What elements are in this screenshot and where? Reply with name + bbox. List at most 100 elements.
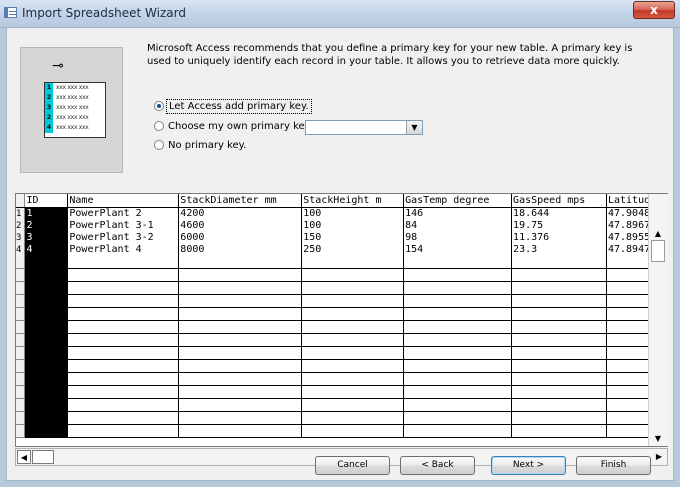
empty-cell [16,372,26,386]
empty-cell [511,333,607,347]
cell-id: 3 [24,232,69,244]
empty-cell [24,333,69,347]
cell-id: 2 [24,220,69,232]
option-let-access-add-primary-key[interactable]: Let Access add primary key. [154,99,312,114]
close-button[interactable]: x [633,1,675,19]
empty-row [16,294,667,308]
empty-cell [67,385,180,399]
radio-button[interactable] [154,140,164,150]
vertical-scrollbar[interactable]: ▲ ▼ [648,194,668,446]
empty-row [16,372,667,386]
empty-row [16,307,667,321]
row-header[interactable]: 1 [16,207,26,220]
empty-cell [178,294,303,308]
illustration-table: 1 xxx xxx xxx 2 xxx xxx xxx 3 xxx xxx xxx 2 xxx… [44,82,106,138]
column-header-gasspeed[interactable]: GasSpeed mps [511,194,607,208]
empty-cell [178,411,303,425]
cell-id: 1 [24,207,69,220]
empty-cell [24,359,69,373]
cell-stackdiameter: 4600 [178,220,303,232]
empty-cell [403,268,513,282]
illustration-row: 1 xxx xxx xxx [45,83,105,93]
empty-cell [24,346,69,360]
cell-gasspeed: 18.644 [511,207,607,220]
illustration-row-number: 2 [45,93,53,103]
empty-row [16,424,667,438]
empty-cell [67,320,180,334]
column-header-name[interactable]: Name [67,194,180,208]
empty-cell [301,268,405,282]
empty-cell [403,424,513,438]
back-button[interactable]: < Back [400,456,475,475]
table-row[interactable]: 1 1 PowerPlant 2 4200 100 146 18.644 47.9048 [16,207,667,220]
cancel-button[interactable]: Cancel [315,456,390,475]
next-button[interactable]: Next > [491,456,566,475]
column-header-gastemp[interactable]: GasTemp degree [403,194,513,208]
finish-button[interactable]: Finish [576,456,651,475]
illustration-row-number: 3 [45,103,53,113]
row-header[interactable]: 4 [16,244,26,256]
column-header-stackheight[interactable]: StackHeight m [301,194,405,208]
arrow-right-icon[interactable]: ▶ [652,450,666,464]
data-preview-grid[interactable]: ID Name StackDiameter mm StackHeight m G… [15,193,668,447]
option-no-primary-key[interactable]: No primary key. [154,139,246,153]
empty-cell [301,411,405,425]
cell-gastemp: 84 [403,220,513,232]
wizard-body: ⊸ 1 xxx xxx xxx 2 xxx xxx xxx 3 xxx xxx xxx 2 x… [6,27,674,481]
cell-name: PowerPlant 3-2 [67,232,180,244]
empty-cell [178,424,303,438]
empty-cell [301,398,405,412]
radio-button[interactable] [154,121,164,131]
option-choose-own-primary-key[interactable]: Choose my own primary key. [154,120,312,134]
empty-cell [511,372,607,386]
empty-row [16,333,667,347]
illustration-row: 4 xxx xxx xxx [45,123,105,133]
arrow-down-icon[interactable]: ▼ [650,431,666,447]
illustration-row: 2 xxx xxx xxx [45,113,105,123]
option-label: Let Access add primary key. [166,99,312,114]
illustration-row-number: 2 [45,113,53,123]
empty-row [16,256,667,269]
primary-key-dropdown[interactable]: ▼ [305,120,423,135]
radio-button[interactable] [154,101,164,111]
row-header[interactable]: 3 [16,232,26,244]
empty-cell [16,256,26,269]
empty-cell [403,333,513,347]
scrollbar-thumb[interactable] [651,240,665,262]
chevron-down-icon[interactable]: ▼ [406,121,422,134]
empty-cell [301,385,405,399]
arrow-left-icon[interactable]: ◀ [17,450,31,464]
cell-gasspeed: 19.75 [511,220,607,232]
cell-stackdiameter: 8000 [178,244,303,256]
empty-row [16,359,667,373]
empty-cell [301,281,405,295]
empty-cell [16,281,26,295]
table-row[interactable]: 4 4 PowerPlant 4 8000 250 154 23.3 47.8947 [16,244,667,256]
cell-stackdiameter: 4200 [178,207,303,220]
cell-name: PowerPlant 4 [67,244,180,256]
empty-cell [178,333,303,347]
empty-cell [403,294,513,308]
empty-cell [301,346,405,360]
empty-cell [301,424,405,438]
empty-cell [24,411,69,425]
empty-row [16,346,667,360]
row-header[interactable]: 2 [16,220,26,232]
table-row[interactable]: 3 3 PowerPlant 3-2 6000 150 98 11.376 47.8955 [16,232,667,244]
empty-cell [403,307,513,321]
table-row[interactable]: 2 2 PowerPlant 3-1 4600 100 84 19.75 47.8967 [16,220,667,232]
illustration-row-text: xxx xxx xxx [56,94,89,101]
empty-cell [16,359,26,373]
illustration-row-text: xxx xxx xxx [56,124,89,131]
illustration-row-number: 1 [45,83,53,93]
empty-row [16,411,667,425]
column-header-id[interactable]: ID [24,194,69,208]
column-header-stackdiameter[interactable]: StackDiameter mm [178,194,303,208]
empty-cell [67,256,180,269]
empty-cell [178,256,303,269]
empty-cell [403,385,513,399]
scrollbar-thumb[interactable] [32,450,54,464]
cell-stackheight: 250 [301,244,405,256]
window-title: Import Spreadsheet Wizard [22,6,186,20]
header-row: ID Name StackDiameter mm StackHeight m G… [16,194,667,208]
